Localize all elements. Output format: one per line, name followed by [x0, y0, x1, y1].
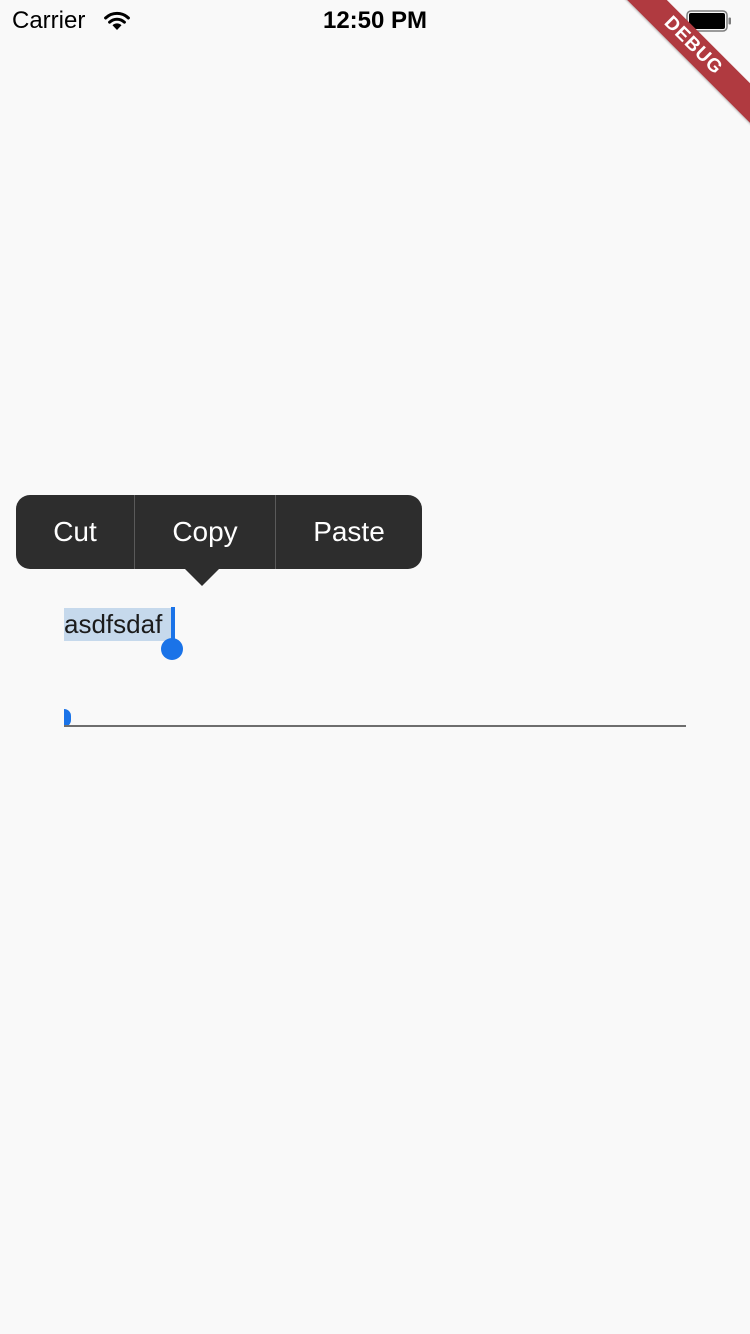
text-input-field[interactable]: asdfsdaf	[64, 600, 686, 727]
text-field-value[interactable]: asdfsdaf	[64, 606, 162, 642]
selection-end-handle[interactable]	[161, 638, 183, 660]
text-field-underline	[64, 725, 686, 727]
cut-button[interactable]: Cut	[16, 495, 134, 569]
copy-button[interactable]: Copy	[135, 495, 275, 569]
text-selection-toolbar: Cut Copy Paste	[16, 495, 422, 586]
paste-button[interactable]: Paste	[276, 495, 422, 569]
toolbar-arrow	[184, 568, 220, 586]
